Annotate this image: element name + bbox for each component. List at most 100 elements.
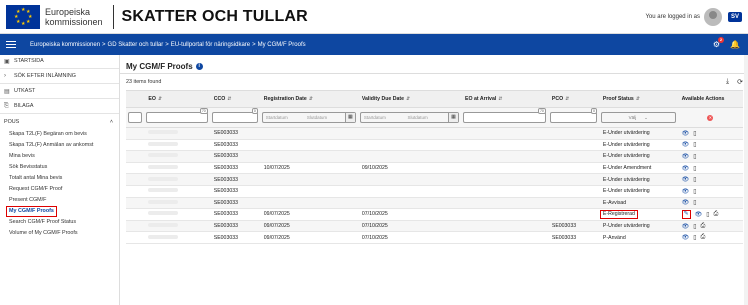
sort-icon[interactable]: ⇵ (406, 96, 410, 102)
language-button[interactable]: SV (727, 11, 742, 22)
breadcrumb-item[interactable]: GD Skatter och tullar (108, 42, 164, 48)
sidebar-item[interactable]: Present CGM/F (0, 195, 119, 206)
status-text: E-Under utvärdering (602, 130, 650, 137)
document-icon[interactable]: ▯ (693, 234, 696, 241)
scrollbar[interactable] (744, 55, 748, 305)
document-icon[interactable]: ▯ (693, 199, 696, 206)
registration-date-filter[interactable]: Startdatum Slutdatum ▦ (261, 112, 356, 123)
document-icon[interactable]: ▯ (693, 223, 696, 230)
column-header-pco[interactable]: PCO ⇵ (547, 90, 599, 108)
notifications-icon[interactable]: ⚙ 2 (713, 37, 725, 49)
column-header-proof-status[interactable]: Proof Status ⇵ (598, 90, 678, 108)
sidebar-item[interactable]: Volume of My CGM/F Proofs (0, 228, 119, 239)
status-select[interactable]: Välj ⌄ (600, 112, 676, 123)
sort-icon[interactable]: ⇵ (227, 96, 231, 102)
view-icon[interactable]: 👁 (682, 188, 690, 195)
print-icon[interactable]: ⎙ (701, 223, 706, 230)
sort-icon[interactable]: ⇵ (158, 96, 162, 102)
pco-filter-input[interactable]: 0 (549, 108, 597, 123)
end-date-placeholder[interactable]: Slutdatum (404, 115, 448, 120)
column-header-registration-date[interactable]: Registration Date ⇵ (259, 90, 358, 108)
print-icon[interactable]: ⎙ (701, 234, 706, 241)
main-content: My CGM/F Proofs i 23 items found ⤓ ⟳ EO ⇵… (120, 55, 748, 305)
column-header-validity-due-date[interactable]: Validity Due Date ⇵ (357, 90, 462, 108)
column-header-eo[interactable]: EO ⇵ (144, 90, 210, 108)
sidebar-item[interactable]: Search CGM/F Proof Status (0, 217, 119, 228)
sidebar-item-startsida[interactable]: ▣ STARTSIDA (0, 55, 119, 67)
table-row[interactable]: SE003033 E-Under utvärdering 👁 ▯ (126, 185, 743, 198)
sidebar-item-bilaga[interactable]: ⎘ BILAGA (0, 100, 119, 112)
sidebar-item-utkast[interactable]: ▤ UTKAST (0, 85, 119, 97)
hamburger-menu-icon[interactable] (6, 41, 16, 48)
table-row[interactable]: SE003033 E-Under utvärdering 👁 ▯ (126, 127, 743, 140)
document-icon[interactable]: ▯ (693, 153, 696, 160)
column-header-eo-at-arrival[interactable]: EO at Arrival ⇵ (461, 90, 548, 108)
attachment-icon: ⎘ (4, 102, 9, 109)
sidebar-item[interactable]: Skapa T2L(F) Begäran om bevis (0, 129, 119, 140)
start-date-placeholder[interactable]: Startdatum (361, 115, 405, 120)
avatar[interactable] (703, 7, 722, 26)
eo-filter-input[interactable]: 70 (146, 108, 208, 123)
sidebar-item[interactable]: Request CGM/F Proof (0, 184, 119, 195)
view-icon[interactable]: 👁 (682, 223, 690, 230)
table-row[interactable]: SE003033 E-Under utvärdering 👁 ▯ (126, 150, 743, 163)
view-icon[interactable]: 👁 (682, 176, 690, 183)
table-row[interactable]: SE003033 E-Under utvärdering 👁 ▯ (126, 173, 743, 186)
view-icon[interactable]: 👁 (695, 211, 703, 218)
sidebar-item[interactable]: Mina bevis (0, 151, 119, 162)
document-icon[interactable]: ▯ (693, 141, 696, 148)
bell-icon[interactable]: 🔔 (730, 40, 740, 49)
sidebar-item[interactable]: Sök Bevisstatus (0, 162, 119, 173)
info-icon[interactable]: i (195, 62, 203, 70)
sidebar-item[interactable]: Skapa T2L(F) Anmälan av ankomst (0, 140, 119, 151)
eo-arrival-filter-input[interactable]: 70 (463, 108, 546, 123)
validity-date-filter[interactable]: Startdatum Slutdatum ▦ (359, 112, 460, 123)
sort-icon[interactable]: ⇵ (498, 96, 502, 102)
sort-icon[interactable]: ⇵ (309, 96, 313, 102)
table-row[interactable]: SE003033 09/07/2025 07/10/2025 SE003033 … (126, 231, 743, 244)
document-icon[interactable]: ▯ (693, 176, 696, 183)
table-row[interactable]: SE003033 10/07/2025 09/10/2025 E-Under A… (126, 162, 743, 175)
edit-icon[interactable]: ✎ (681, 209, 691, 219)
print-icon[interactable]: ⎙ (714, 211, 719, 218)
sort-icon[interactable]: ⇵ (565, 96, 569, 102)
view-icon[interactable]: 👁 (682, 165, 690, 172)
table-row[interactable]: SE003033 E-Under utvärdering 👁 ▯ (126, 139, 743, 152)
sidebar-section-pous[interactable]: POUS ˄ (0, 115, 119, 129)
calendar-icon[interactable]: ▦ (344, 113, 355, 122)
sidebar-item-sok[interactable]: › SÖK EFTER INLÄMNING (0, 70, 119, 82)
export-icon[interactable]: ⤓ (726, 78, 729, 86)
calendar-icon[interactable]: ▦ (448, 113, 459, 122)
cell-eo-arrival (461, 185, 548, 198)
sidebar-item-active[interactable]: My CGM/F Proofs (0, 206, 119, 217)
sort-icon[interactable]: ⇵ (636, 96, 640, 102)
start-date-placeholder[interactable]: Startdatum (263, 115, 304, 120)
document-icon[interactable]: ▯ (706, 211, 709, 218)
column-header-cco[interactable]: CCO ⇵ (209, 90, 260, 108)
clear-filters-icon[interactable]: ✕ (707, 114, 714, 121)
table-row[interactable]: SE003033 E-Avvisad 👁 ▯ (126, 197, 743, 210)
view-icon[interactable]: 👁 (682, 234, 690, 241)
end-date-placeholder[interactable]: Slutdatum (304, 115, 345, 120)
view-icon[interactable]: 👁 (682, 153, 690, 160)
table-row[interactable]: SE003033 09/07/2025 07/10/2025 E-Registr… (126, 208, 743, 221)
refresh-icon[interactable]: ⟳ (737, 78, 743, 86)
header-label: Proof Status (602, 96, 634, 102)
eu-flag-icon: ★ ★ ★ ★ ★ ★ ★ ★ (6, 4, 40, 29)
view-icon[interactable]: 👁 (682, 130, 690, 137)
cco-filter-input[interactable]: 0 (211, 108, 258, 123)
table-row[interactable]: SE003033 09/07/2025 07/10/2025 SE003033 … (126, 220, 743, 233)
cell-eo (144, 150, 210, 163)
breadcrumb-item[interactable]: EU-tullportal för näringsidkare (171, 42, 250, 48)
breadcrumb-item[interactable]: Europeiska kommissionen (30, 42, 100, 48)
eu-logo[interactable]: ★ ★ ★ ★ ★ ★ ★ ★ Europeiska kommissionen (6, 4, 103, 29)
cell-actions: 👁 ▯ (677, 197, 743, 210)
view-icon[interactable]: 👁 (682, 199, 690, 206)
cell-registration-date (259, 139, 358, 152)
sidebar-item[interactable]: Totalt antal Mina bevis (0, 173, 119, 184)
view-icon[interactable]: 👁 (682, 141, 690, 148)
document-icon[interactable]: ▯ (693, 165, 696, 172)
document-icon[interactable]: ▯ (693, 188, 696, 195)
document-icon[interactable]: ▯ (693, 130, 696, 137)
filter-input[interactable] (128, 112, 143, 123)
